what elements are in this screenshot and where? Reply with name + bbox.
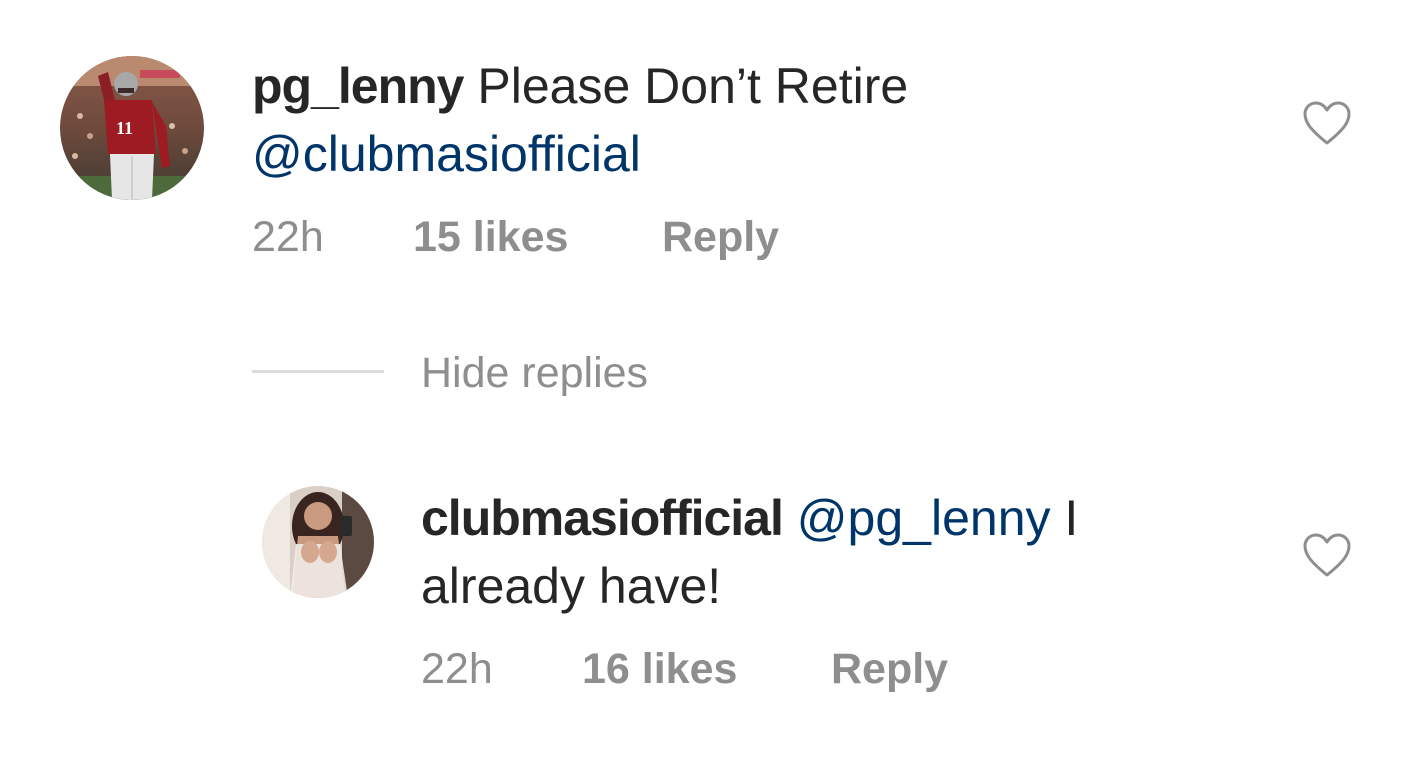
comment-like-button[interactable] [1302, 100, 1352, 146]
comment-mention-link[interactable]: @clubmasiofficial [252, 126, 641, 182]
reply-text-part2: already have! [421, 558, 722, 614]
comment-reply-button[interactable]: Reply [662, 212, 779, 262]
reply-meta: 22h 16 likes Reply [421, 644, 1121, 694]
replies-divider-line [252, 370, 384, 373]
replier-username[interactable]: clubmasiofficial [421, 490, 784, 546]
reply-text-part1: I [1064, 490, 1079, 546]
reply-body: clubmasiofficial @pg_lenny I already hav… [421, 484, 1281, 620]
reply-reply-button[interactable]: Reply [831, 644, 948, 694]
heart-outline-icon [1303, 101, 1351, 145]
replier-avatar[interactable] [262, 486, 374, 598]
svg-text:11: 11 [116, 118, 133, 138]
reply-like-button[interactable] [1302, 532, 1352, 578]
commenter-avatar[interactable]: 11 [60, 56, 204, 200]
reply-mention-link[interactable]: @pg_lenny [797, 490, 1051, 546]
hide-replies-label: Hide replies [421, 349, 649, 397]
comment-body: pg_lenny Please Don’t Retire @clubmasiof… [252, 52, 1252, 188]
commenter-username[interactable]: pg_lenny [252, 58, 464, 114]
reply-timestamp: 22h [421, 645, 493, 693]
comment-timestamp: 22h [252, 213, 324, 261]
heart-outline-icon [1303, 533, 1351, 577]
football-player-photo: 11 [60, 56, 204, 200]
hide-replies-toggle[interactable]: Hide replies [252, 348, 752, 398]
comment-meta: 22h 15 likes Reply [252, 212, 952, 262]
comment-likes-count[interactable]: 15 likes [413, 212, 568, 262]
reply-likes-count[interactable]: 16 likes [582, 644, 737, 694]
comment-text: Please Don’t Retire [477, 58, 909, 114]
profile-photo [262, 486, 374, 598]
